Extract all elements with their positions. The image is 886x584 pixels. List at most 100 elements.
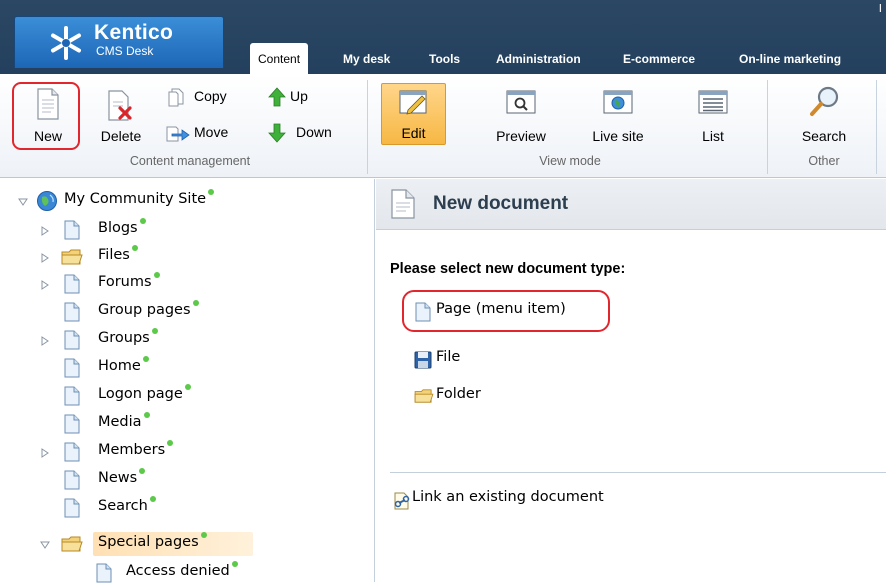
search-button[interactable]: Search	[790, 86, 858, 144]
delete-document-icon	[108, 90, 132, 121]
live-site-button[interactable]: Live site	[583, 86, 653, 144]
tree-item-label: Files	[98, 245, 138, 263]
delete-button[interactable]: Delete	[92, 86, 150, 144]
ribbon-separator	[767, 80, 768, 174]
up-button[interactable]: Up	[268, 87, 330, 109]
tree-item-files[interactable]: Files	[40, 245, 240, 268]
published-status-dot	[139, 468, 146, 474]
tree-item-members[interactable]: Members	[40, 440, 240, 463]
tree-item-label: Logon page	[98, 384, 191, 402]
globe-icon	[37, 191, 57, 211]
tree-item-special-pages[interactable]: Special pages	[40, 532, 260, 555]
tree-item-group-pages[interactable]: Group pages	[40, 300, 240, 323]
page-icon	[64, 470, 80, 490]
doc-type-label: File	[436, 349, 461, 365]
copy-label: Copy	[194, 88, 227, 104]
ribbon-toolbar: New Delete Copy Move Up Down Content man…	[0, 74, 886, 178]
published-status-dot	[149, 496, 156, 502]
page-title: New document	[433, 193, 569, 214]
folder-icon	[61, 249, 83, 265]
link-document-icon	[394, 492, 410, 510]
live-site-globe-icon	[603, 90, 633, 114]
tree-item-label: Access denied	[126, 561, 238, 579]
tree-item-label: Search	[98, 496, 156, 514]
doc-type-file[interactable]: File	[414, 349, 494, 369]
published-status-dot	[200, 532, 207, 538]
search-magnifier-icon	[810, 86, 839, 116]
tree-item-label: Members	[98, 440, 174, 458]
page-icon	[64, 386, 80, 406]
tree-item-label: Blogs	[98, 218, 146, 236]
published-status-dot	[208, 189, 215, 195]
tab-content[interactable]: Content	[250, 43, 309, 74]
expand-triangle-icon[interactable]	[40, 336, 50, 346]
folder-open-icon	[61, 536, 83, 552]
tab-online-marketing[interactable]: On-line marketing	[739, 45, 841, 74]
tree-item-label: Media	[98, 412, 150, 430]
content-tree: My Community Site Blogs Files Forums Gro…	[0, 179, 375, 584]
new-document-panel: New document Please select new document …	[376, 179, 886, 582]
list-button[interactable]: List	[688, 86, 738, 144]
page-icon	[64, 274, 80, 294]
published-status-dot	[192, 300, 199, 306]
preview-icon	[506, 90, 536, 114]
list-label: List	[702, 128, 724, 144]
tree-item-media[interactable]: Media	[40, 412, 240, 435]
panel-divider	[390, 472, 886, 473]
collapse-triangle-icon[interactable]	[18, 197, 28, 207]
published-status-dot	[131, 245, 138, 251]
tree-item-search[interactable]: Search	[40, 496, 240, 519]
delete-button-label: Delete	[100, 128, 142, 144]
tree-item-access-denied[interactable]: Access denied	[70, 561, 290, 584]
page-icon	[64, 220, 80, 240]
published-status-dot	[143, 412, 150, 418]
page-icon	[64, 358, 80, 378]
page-icon	[64, 442, 80, 462]
edit-icon	[399, 90, 427, 115]
arrow-up-icon	[268, 87, 286, 107]
document-header-icon	[391, 189, 415, 219]
doc-type-folder[interactable]: Folder	[414, 386, 494, 406]
move-icon	[166, 126, 190, 142]
tree-item-blogs[interactable]: Blogs	[40, 218, 240, 241]
tree-item-logon-page[interactable]: Logon page	[40, 384, 240, 407]
move-label: Move	[194, 124, 229, 140]
page-icon	[64, 414, 80, 434]
top-bar: Kentico CMS Desk Content My desk Tools A…	[0, 0, 886, 74]
move-button[interactable]: Move	[166, 123, 240, 145]
expand-triangle-icon[interactable]	[40, 226, 50, 236]
kentico-logo[interactable]: Kentico CMS Desk	[14, 16, 224, 68]
tree-root-my-community-site[interactable]: My Community Site	[18, 189, 278, 212]
highlight-page-menu-item	[402, 290, 610, 332]
expand-triangle-icon[interactable]	[40, 280, 50, 290]
search-label: Search	[801, 128, 847, 144]
floppy-disk-icon	[414, 351, 432, 369]
tree-item-news[interactable]: News	[40, 468, 240, 491]
expand-triangle-icon[interactable]	[40, 253, 50, 263]
tab-tools[interactable]: Tools	[429, 45, 460, 74]
edit-view-button[interactable]: Edit	[381, 83, 446, 145]
published-status-dot	[151, 328, 158, 334]
tab-administration[interactable]: Administration	[496, 45, 581, 74]
down-button[interactable]: Down	[268, 123, 344, 145]
link-existing-document[interactable]: Link an existing document	[390, 489, 680, 510]
select-type-prompt: Please select new document type:	[390, 261, 626, 277]
copy-icon	[168, 88, 184, 107]
product-name: CMS Desk	[96, 44, 154, 58]
copy-button[interactable]: Copy	[166, 87, 240, 109]
tree-item-home[interactable]: Home	[40, 356, 240, 379]
page-icon	[64, 302, 80, 322]
tree-item-forums[interactable]: Forums	[40, 272, 240, 295]
tree-item-label: Special pages	[98, 532, 207, 550]
list-icon	[698, 90, 728, 114]
folder-icon	[414, 389, 434, 403]
tree-item-groups[interactable]: Groups	[40, 328, 240, 351]
preview-button[interactable]: Preview	[489, 86, 553, 144]
live-site-label: Live site	[592, 128, 644, 144]
expand-triangle-icon[interactable]	[40, 448, 50, 458]
tree-item-label: Home	[98, 356, 149, 374]
published-status-dot	[142, 356, 149, 362]
tab-my-desk[interactable]: My desk	[343, 45, 390, 74]
collapse-triangle-icon[interactable]	[40, 540, 50, 550]
tab-e-commerce[interactable]: E-commerce	[623, 45, 695, 74]
